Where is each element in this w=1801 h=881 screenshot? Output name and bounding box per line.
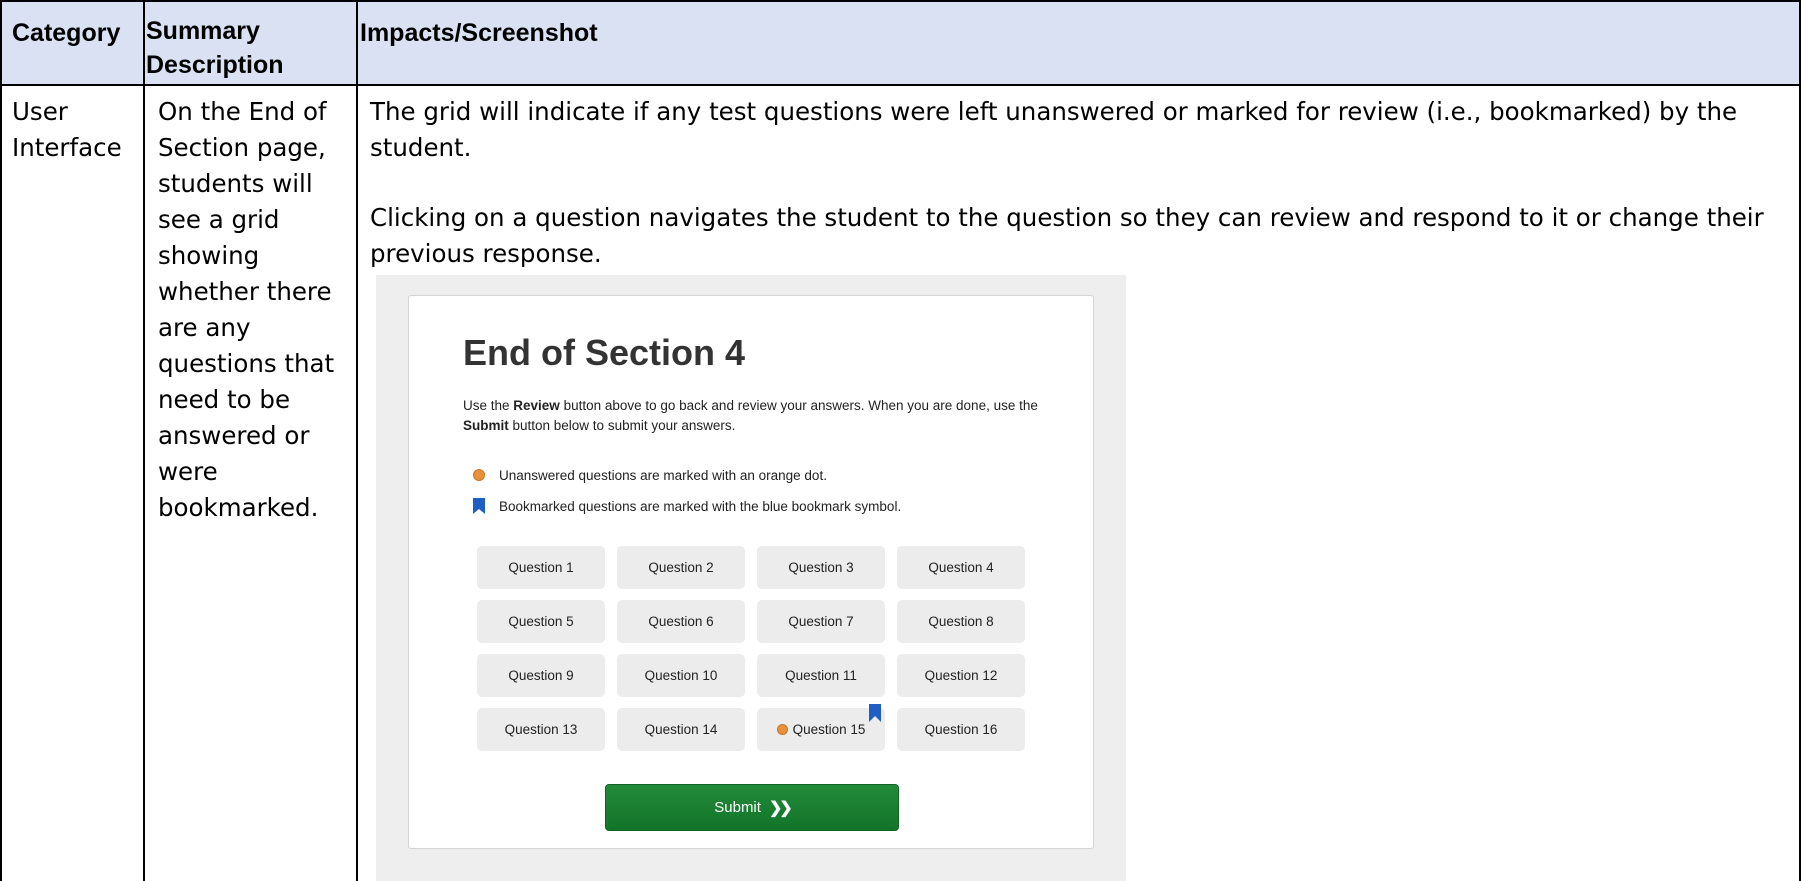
question-button-unanswered-bookmarked[interactable]: Question 15	[757, 704, 885, 751]
instruction-part: button below to submit your answers.	[508, 418, 736, 433]
submit-button[interactable]: Submit ❯❯	[605, 784, 899, 831]
question-button[interactable]: Question 16	[897, 708, 1025, 751]
impacts-paragraph-1-line-2: student.	[370, 133, 472, 162]
question-button[interactable]: Question 2	[617, 546, 745, 589]
summary-line: Section page,	[158, 133, 326, 162]
question-label: Question 12	[924, 668, 998, 683]
question-button[interactable]: Question 3	[757, 546, 885, 589]
summary-line: answered or	[158, 421, 310, 450]
instruction-text: Use the Review button above to go back a…	[463, 396, 1053, 436]
summary-line: were	[158, 457, 218, 486]
category-line: Interface	[12, 133, 122, 162]
question-button[interactable]: Question 6	[617, 600, 745, 643]
instruction-part: button above to go back and review your …	[559, 398, 1038, 413]
question-label: Question 11	[785, 668, 857, 683]
question-label: Question 1	[508, 560, 574, 575]
header-category: Category	[12, 19, 121, 47]
summary-line: On the End of	[158, 97, 327, 126]
submit-label: Submit	[714, 799, 761, 816]
question-button[interactable]: Question 13	[477, 708, 605, 751]
summary-line: see a grid	[158, 205, 280, 234]
question-button[interactable]: Question 9	[477, 654, 605, 697]
table-divider	[143, 86, 145, 881]
question-label: Question 8	[928, 614, 994, 629]
bookmark-icon	[473, 498, 485, 514]
summary-line: are any	[158, 313, 251, 342]
question-label: Question 16	[924, 722, 998, 737]
category-line: User	[12, 97, 68, 126]
summary-line: showing	[158, 241, 260, 270]
legend-bookmarked-text: Bookmarked questions are marked with the…	[499, 499, 902, 514]
question-button[interactable]: Question 4	[897, 546, 1025, 589]
question-label: Question 9	[508, 668, 574, 683]
orange-dot-icon	[473, 469, 485, 481]
table-divider	[143, 0, 145, 86]
question-label: Question 6	[648, 614, 714, 629]
question-button[interactable]: Question 12	[897, 654, 1025, 697]
header-summary-line2: Description	[146, 51, 284, 79]
instruction-part: Use the	[463, 398, 514, 413]
comparison-table: Category Summary Description Impacts/Scr…	[0, 0, 1801, 881]
impacts-paragraph-2-line-1: Clicking on a question navigates the stu…	[370, 203, 1764, 232]
table-border-left	[0, 0, 2, 881]
double-chevron-right-icon: ❯❯	[768, 799, 793, 817]
legend-unanswered-text: Unanswered questions are marked with an …	[499, 468, 827, 483]
end-of-section-card: End of Section 4 Use the Review button a…	[408, 295, 1094, 849]
question-label: Question 3	[788, 560, 854, 575]
legend-unanswered: Unanswered questions are marked with an …	[473, 468, 827, 483]
section-title: End of Section 4	[463, 332, 746, 373]
question-button[interactable]: Question 14	[617, 708, 745, 751]
embedded-screenshot: End of Section 4 Use the Review button a…	[376, 275, 1126, 881]
summary-line: students will	[158, 169, 313, 198]
question-label: Question 10	[644, 668, 718, 683]
impacts-paragraph-1-line-1: The grid will indicate if any test quest…	[370, 97, 1738, 126]
table-divider	[356, 0, 358, 881]
question-label: Question 13	[504, 722, 578, 737]
summary-line: whether there	[158, 277, 332, 306]
orange-dot-icon	[776, 724, 788, 735]
question-label: Question 5	[508, 614, 574, 629]
question-button[interactable]: Question 5	[477, 600, 605, 643]
header-impacts: Impacts/Screenshot	[360, 19, 598, 47]
summary-line: bookmarked.	[158, 493, 319, 522]
question-label: Question 2	[648, 560, 714, 575]
question-button[interactable]: Question 10	[617, 654, 745, 697]
impacts-paragraph-2-line-2: previous response.	[370, 239, 602, 268]
question-label: Question 4	[928, 560, 994, 575]
question-label: Question 15	[792, 722, 866, 737]
question-button[interactable]: Question 1	[477, 546, 605, 589]
bookmark-icon	[869, 704, 881, 722]
question-button[interactable]: Question 7	[757, 600, 885, 643]
question-label: Question 7	[788, 614, 854, 629]
question-button[interactable]: Question 8	[897, 600, 1025, 643]
question-button[interactable]: Question 11	[757, 654, 885, 697]
question-label: Question 14	[644, 722, 718, 737]
instruction-review-keyword: Review	[513, 398, 560, 413]
header-summary-line1: Summary	[146, 17, 260, 45]
summary-line: questions that	[158, 349, 335, 378]
instruction-submit-keyword: Submit	[463, 418, 509, 433]
summary-line: need to be	[158, 385, 291, 414]
legend-bookmarked: Bookmarked questions are marked with the…	[473, 498, 901, 514]
